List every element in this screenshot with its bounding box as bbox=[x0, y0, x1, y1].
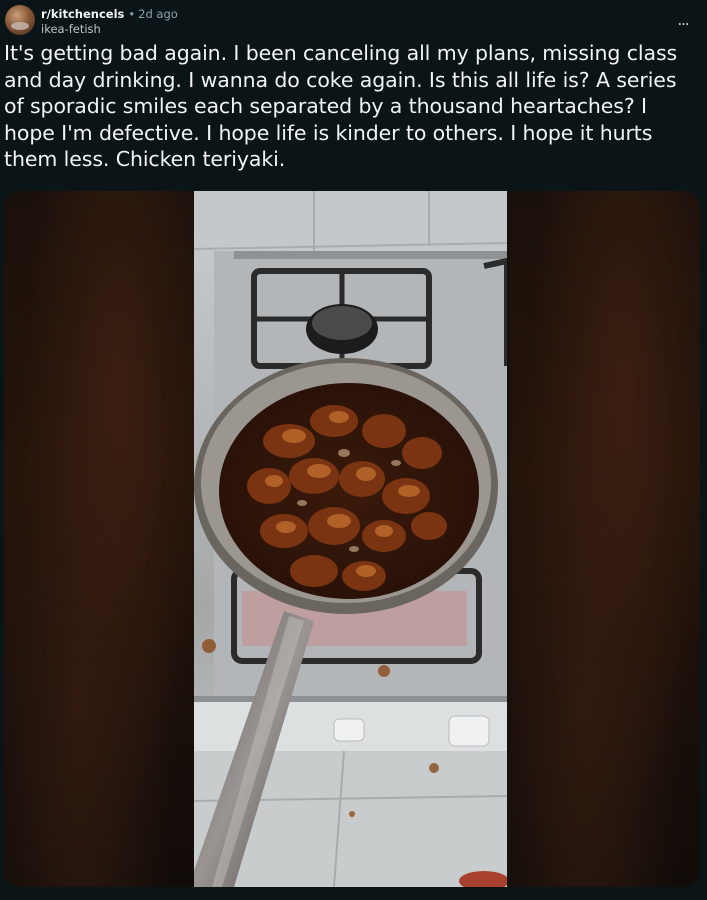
more-options-icon[interactable]: ... bbox=[671, 10, 695, 30]
post-author[interactable]: ikea-fetish bbox=[41, 22, 101, 36]
post-media[interactable] bbox=[4, 191, 700, 887]
media-blur-right bbox=[510, 191, 700, 887]
food-photo-illustration bbox=[194, 191, 507, 887]
media-blur-left bbox=[4, 191, 194, 887]
post-meta: r/kitchencels • 2d ago bbox=[41, 7, 178, 21]
subreddit-avatar[interactable] bbox=[5, 5, 35, 35]
post-time: 2d ago bbox=[138, 7, 178, 21]
post-image[interactable] bbox=[194, 191, 507, 887]
post-header: r/kitchencels • 2d ago ikea-fetish ... bbox=[4, 4, 703, 38]
separator-dot: • bbox=[128, 7, 136, 21]
post-title: It's getting bad again. I been canceling… bbox=[4, 41, 678, 172]
subreddit-name[interactable]: r/kitchencels bbox=[41, 7, 124, 21]
